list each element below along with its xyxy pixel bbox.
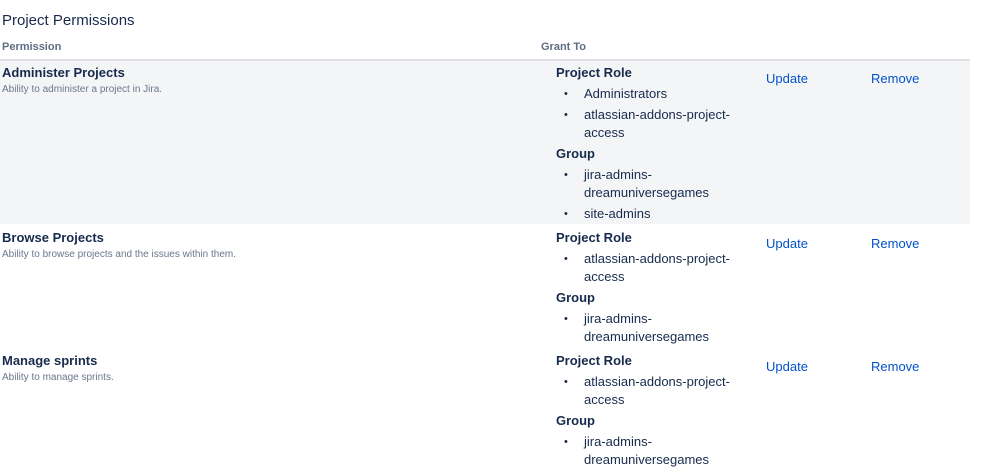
permission-name: Manage sprints [2, 353, 98, 368]
grant-heading: Group [556, 290, 595, 305]
grant-heading: Project Role [556, 353, 632, 368]
grant-list: • atlassian-addons-project-access [556, 250, 746, 286]
permission-description: Ability to browse projects and the issue… [2, 249, 236, 260]
list-item: • site-admins [564, 205, 734, 223]
grant-item-label: atlassian-addons-project-access [584, 374, 730, 407]
grant-section-group: Group • jira-admins-dreamuniversegames [556, 412, 746, 469]
remove-button[interactable]: Remove [871, 71, 919, 86]
list-item: • jira-admins-dreamuniversegames [564, 310, 734, 346]
bullet-icon: • [564, 313, 568, 325]
grant-heading: Group [556, 146, 595, 161]
table-header: Permission Grant To [0, 40, 970, 61]
grant-section-project-role: Project Role • atlassian-addons-project-a… [556, 352, 746, 409]
table-row: Manage sprints Ability to manage sprints… [0, 349, 970, 467]
list-item: • jira-admins-dreamuniversegames [564, 166, 734, 202]
table-row: Administer Projects Ability to administe… [0, 61, 970, 224]
column-header-grant-to: Grant To [541, 41, 587, 53]
grant-heading: Project Role [556, 65, 632, 80]
list-item: • atlassian-addons-project-access [564, 250, 734, 286]
grant-to-cell: Project Role • atlassian-addons-project-a… [556, 229, 746, 349]
update-button[interactable]: Update [766, 236, 808, 251]
remove-button[interactable]: Remove [871, 236, 919, 251]
grant-section-project-role: Project Role • Administrators • atlassian-… [556, 64, 746, 142]
grant-heading: Project Role [556, 230, 632, 245]
bullet-icon: • [564, 169, 568, 181]
page-title: Project Permissions [2, 12, 135, 29]
grant-list: • jira-admins-dreamuniversegames • site-ad… [556, 166, 746, 223]
list-item: • atlassian-addons-project-access [564, 373, 734, 409]
grant-list: • Administrators • atlassian-addons-projec… [556, 85, 746, 142]
bullet-icon: • [564, 253, 568, 265]
grant-item-label: jira-admins-dreamuniversegames [584, 434, 710, 467]
grant-list: • jira-admins-dreamuniversegames [556, 433, 746, 469]
bullet-icon: • [564, 436, 568, 448]
grant-item-label: site-admins [584, 206, 651, 221]
grant-list: • atlassian-addons-project-access [556, 373, 746, 409]
grant-section-group: Group • jira-admins-dreamuniversegames • s… [556, 145, 746, 223]
grant-list: • jira-admins-dreamuniversegames [556, 310, 746, 346]
grant-to-cell: Project Role • Administrators • atlassian-… [556, 64, 746, 226]
grant-section-group: Group • jira-admins-dreamuniversegames [556, 289, 746, 346]
grant-item-label: Administrators [584, 86, 668, 101]
permission-description: Ability to manage sprints. [2, 372, 114, 383]
list-item: • jira-admins-dreamuniversegames [564, 433, 734, 469]
grant-item-label: atlassian-addons-project-access [584, 251, 730, 284]
bullet-icon: • [564, 88, 568, 100]
grant-item-label: jira-admins-dreamuniversegames [584, 167, 710, 200]
grant-item-label: atlassian-addons-project-access [584, 107, 730, 140]
column-header-permission: Permission [2, 41, 62, 53]
grant-to-cell: Project Role • atlassian-addons-project-a… [556, 352, 746, 472]
permission-name: Browse Projects [2, 230, 104, 245]
remove-button[interactable]: Remove [871, 359, 919, 374]
list-item: • atlassian-addons-project-access [564, 106, 734, 142]
permission-description: Ability to administer a project in Jira. [2, 84, 163, 95]
bullet-icon: • [564, 376, 568, 388]
table-row: Browse Projects Ability to browse projec… [0, 226, 970, 346]
permission-name: Administer Projects [2, 65, 125, 80]
grant-heading: Group [556, 413, 595, 428]
bullet-icon: • [564, 109, 568, 121]
update-button[interactable]: Update [766, 359, 808, 374]
list-item: • Administrators [564, 85, 734, 103]
update-button[interactable]: Update [766, 71, 808, 86]
grant-section-project-role: Project Role • atlassian-addons-project-a… [556, 229, 746, 286]
bullet-icon: • [564, 208, 568, 220]
grant-item-label: jira-admins-dreamuniversegames [584, 311, 710, 344]
